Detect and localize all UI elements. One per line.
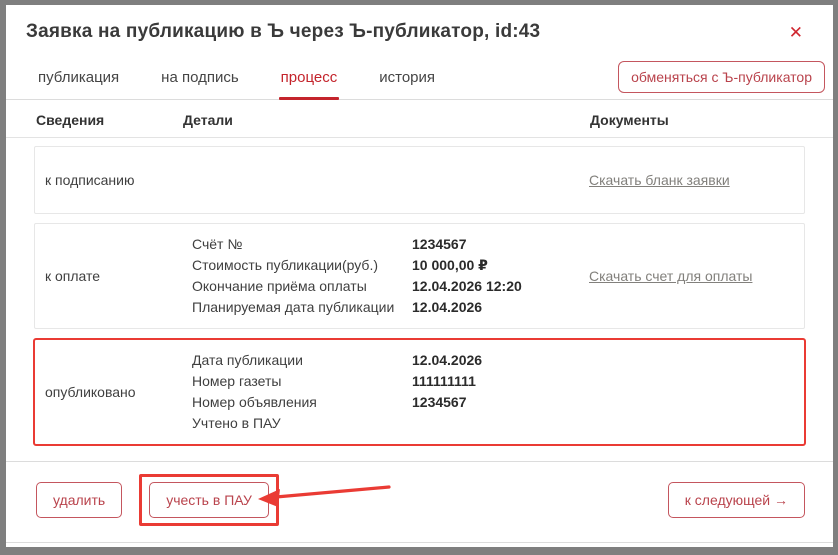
detail-value: 10 000,00 ₽ xyxy=(412,257,488,273)
detail-label: Номер объявления xyxy=(192,394,317,410)
table-row-published highlight-annotation-box: опубликовано Дата публикации 12.04.2026 … xyxy=(33,338,806,446)
download-invoice-link[interactable]: Скачать счет для оплаты xyxy=(589,268,752,284)
detail-value: 12.04.2026 xyxy=(412,352,483,368)
delete-button[interactable]: удалить xyxy=(36,482,123,518)
table-row-signing: к подписанию Скачать бланк заявки xyxy=(34,146,805,214)
row-status: опубликовано xyxy=(45,384,136,400)
detail-line: Стоимость публикации(руб.) 10 000,00 ₽ xyxy=(192,255,589,276)
dialog-title: Заявка на публикацию в Ъ через Ъ-публика… xyxy=(26,21,541,42)
detail-line: Дата публикации 12.04.2026 xyxy=(192,350,589,371)
column-header-documents: Документы xyxy=(590,112,669,128)
detail-value: 12.04.2026 12:20 xyxy=(412,278,522,294)
tab-publication[interactable]: публикация xyxy=(36,65,121,99)
detail-line: Учтено в ПАУ xyxy=(192,413,589,434)
tab-history[interactable]: история xyxy=(377,65,437,99)
row-details: Дата публикации 12.04.2026 Номер газеты … xyxy=(192,350,589,434)
tabs: публикация на подпись процесс история xyxy=(6,59,437,100)
row-status: к подписанию xyxy=(45,172,135,188)
close-icon[interactable]: ✕ xyxy=(785,21,807,45)
detail-line: Окончание приёма оплаты 12.04.2026 12:20 xyxy=(192,276,589,297)
exchange-button[interactable]: обменяться с Ъ-публикатор xyxy=(618,61,825,93)
column-header-details-info: Сведения xyxy=(36,112,105,128)
actions-bar: удалить учесть в ПАУ к следующей → xyxy=(6,462,833,542)
detail-label: Планируемая дата публикации xyxy=(192,299,395,315)
next-button[interactable]: к следующей → xyxy=(667,482,805,518)
download-blank-link[interactable]: Скачать бланк заявки xyxy=(589,172,730,188)
detail-label: Номер газеты xyxy=(192,373,282,389)
detail-label: Дата публикации xyxy=(192,352,303,368)
detail-label: Окончание приёма оплаты xyxy=(192,278,367,294)
publication-dialog: Заявка на публикацию в Ъ через Ъ-публика… xyxy=(0,0,838,555)
detail-line: Счёт № 1234567 xyxy=(192,234,589,255)
detail-line: Номер газеты 111111111 xyxy=(192,371,589,392)
table-row-payment: к оплате Счёт № 1234567 Стоимость публик… xyxy=(34,223,805,329)
row-status: к оплате xyxy=(45,268,101,284)
dialog-footer: Инструкция Закрыть xyxy=(6,543,833,547)
detail-line: Номер объявления 1234567 xyxy=(192,392,589,413)
detail-label: Учтено в ПАУ xyxy=(192,415,281,431)
tab-signing[interactable]: на подпись xyxy=(159,65,241,99)
detail-value: 111111111 xyxy=(412,373,476,389)
detail-value: 1234567 xyxy=(412,394,467,410)
detail-value: 1234567 xyxy=(412,236,467,252)
detail-label: Счёт № xyxy=(192,236,243,252)
tab-process[interactable]: процесс xyxy=(278,65,340,100)
detail-line: Планируемая дата публикации 12.04.2026 xyxy=(192,297,589,318)
column-header-details: Детали xyxy=(183,112,233,128)
pau-highlight-annotation-box: учесть в ПАУ xyxy=(139,474,279,526)
tabs-bar: публикация на подпись процесс история об… xyxy=(6,59,833,100)
detail-value: 12.04.2026 xyxy=(412,299,483,315)
process-rows: к подписанию Скачать бланк заявки к опла… xyxy=(6,138,833,461)
dialog-header: Заявка на публикацию в Ъ через Ъ-публика… xyxy=(6,5,833,45)
row-details: Счёт № 1234567 Стоимость публикации(руб.… xyxy=(192,234,589,318)
detail-label: Стоимость публикации(руб.) xyxy=(192,257,378,273)
table-header-row: Сведения Детали Документы xyxy=(6,100,833,138)
pau-button[interactable]: учесть в ПАУ xyxy=(149,482,269,518)
